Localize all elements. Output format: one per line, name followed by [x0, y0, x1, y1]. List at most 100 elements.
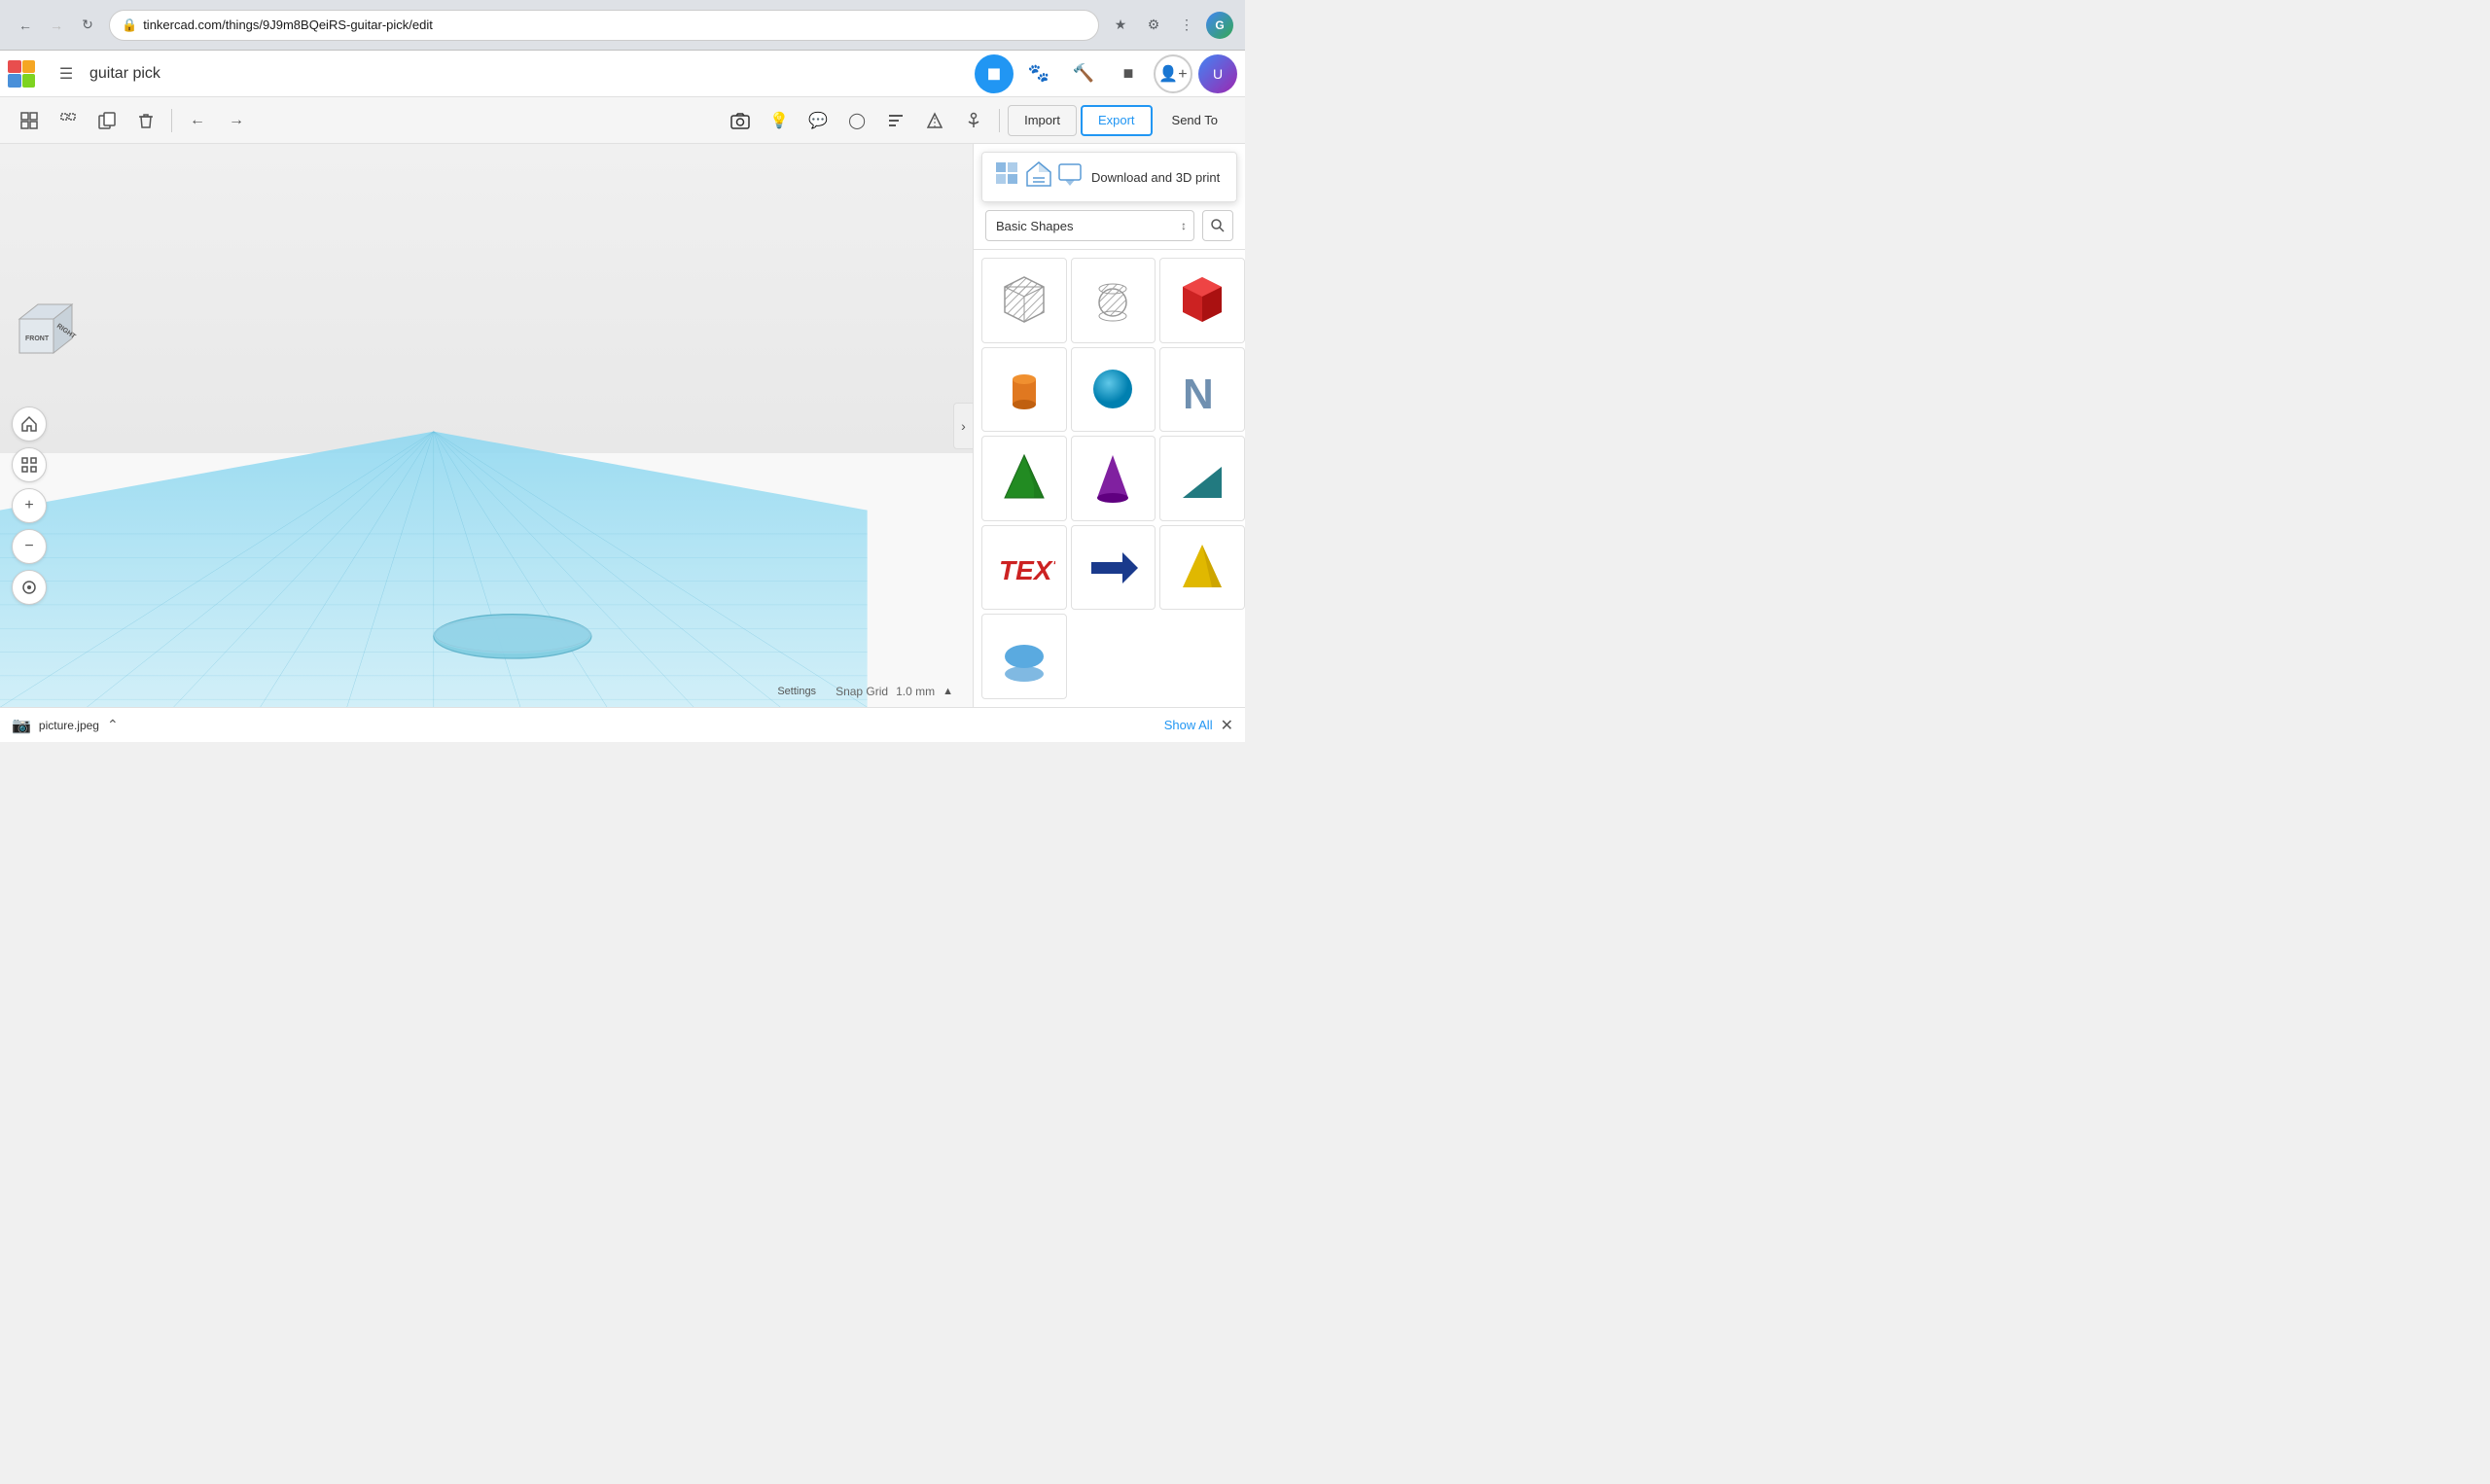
- extensions-button[interactable]: ⚙: [1140, 12, 1167, 39]
- forward-button[interactable]: →: [43, 12, 70, 39]
- logo-grid: [8, 60, 35, 88]
- shape-item-cylinder-hole[interactable]: [1071, 258, 1156, 343]
- bottom-download-bar: 📷 picture.jpeg ⌃ Show All ✕: [0, 707, 1245, 742]
- light-button[interactable]: 💡: [762, 103, 797, 138]
- shape-item-pyramid-yellow[interactable]: [1159, 525, 1245, 611]
- reload-button[interactable]: ↻: [74, 12, 101, 39]
- main-content: FRONT RIGHT + −: [0, 144, 1245, 707]
- back-button[interactable]: ←: [12, 12, 39, 39]
- snap-grid-value: 1.0 mm: [896, 685, 935, 698]
- zoom-out-button[interactable]: −: [12, 529, 47, 564]
- settings-button[interactable]: Settings: [773, 684, 820, 699]
- show-all-button[interactable]: Show All: [1164, 718, 1213, 732]
- shape-item-partial[interactable]: [981, 614, 1067, 699]
- ungroup-button[interactable]: [51, 103, 86, 138]
- export-button[interactable]: Export: [1081, 105, 1153, 136]
- tooltip-icons: [994, 160, 1084, 194]
- paw-button[interactable]: 🐾: [1019, 54, 1058, 93]
- nav-buttons: ← → ↻: [12, 12, 101, 39]
- tooltip-text: Download and 3D print: [1091, 170, 1220, 185]
- user-avatar[interactable]: U: [1198, 54, 1237, 93]
- home-button[interactable]: [12, 406, 47, 442]
- align-button[interactable]: [878, 103, 913, 138]
- menu-button[interactable]: ☰: [51, 58, 82, 89]
- flip-button[interactable]: [917, 103, 952, 138]
- app-wrapper: ☰ guitar pick ◼ 🐾 🔨 ■ 👤+ U ← →: [0, 51, 1245, 742]
- logo-n: [8, 74, 21, 88]
- shape-item-arrow-blue[interactable]: [1071, 525, 1156, 611]
- shape-item-box-hole[interactable]: [981, 258, 1067, 343]
- view-cube[interactable]: FRONT RIGHT: [12, 300, 80, 368]
- message-icon: [1056, 160, 1084, 194]
- sendto-button[interactable]: Send To: [1156, 105, 1233, 136]
- shapes-header: Basic Shapes ↕: [974, 202, 1245, 250]
- camera-button[interactable]: [723, 103, 758, 138]
- undo-button[interactable]: ←: [180, 103, 215, 138]
- snap-grid-increase[interactable]: ▲: [939, 684, 957, 699]
- svg-text:N: N: [1183, 371, 1214, 418]
- shapes-search-button[interactable]: [1202, 210, 1233, 241]
- zoom-in-button[interactable]: +: [12, 488, 47, 523]
- top-bar-actions: ◼ 🐾 🔨 ■ 👤+ U: [975, 54, 1237, 93]
- focus-button[interactable]: [12, 447, 47, 482]
- grid-icon: [994, 160, 1021, 194]
- toolbar-divider-1: [171, 109, 172, 132]
- shape-item-text-n[interactable]: N: [1159, 347, 1245, 433]
- shape-button[interactable]: ◯: [839, 103, 874, 138]
- svg-text:FRONT: FRONT: [25, 336, 50, 342]
- bookmark-button[interactable]: ★: [1107, 12, 1134, 39]
- browser-chrome: ← → ↻ 🔒 tinkercad.com/things/9J9m8BQeiRS…: [0, 0, 1245, 51]
- redo-button[interactable]: →: [219, 103, 254, 138]
- group-button[interactable]: [12, 103, 47, 138]
- shape-item-text-label[interactable]: TEXT: [981, 525, 1067, 611]
- left-controls: + −: [12, 406, 47, 605]
- browser-actions: ★ ⚙ ⋮ G: [1107, 12, 1233, 39]
- address-bar[interactable]: 🔒 tinkercad.com/things/9J9m8BQeiRS-guita…: [109, 10, 1099, 41]
- logo-i: [22, 60, 36, 74]
- close-download-button[interactable]: ✕: [1221, 716, 1233, 735]
- comment-button[interactable]: 💬: [800, 103, 836, 138]
- shape-item-box-red[interactable]: [1159, 258, 1245, 343]
- url-text: tinkercad.com/things/9J9m8BQeiRS-guitar-…: [143, 18, 1086, 32]
- import-button[interactable]: Import: [1008, 105, 1077, 136]
- snap-grid-control: Snap Grid 1.0 mm ▲: [836, 684, 957, 699]
- top-bar: ☰ guitar pick ◼ 🐾 🔨 ■ 👤+ U: [0, 51, 1245, 97]
- lock-icon: 🔒: [122, 18, 137, 33]
- duplicate-button[interactable]: [89, 103, 124, 138]
- collapse-panel-button[interactable]: ›: [953, 403, 973, 449]
- toolbar: ← → 💡 💬 ◯ Import Export Send To: [0, 97, 1245, 144]
- shape-item-cylinder-orange[interactable]: [981, 347, 1067, 433]
- logo-k: [22, 74, 36, 88]
- chevron-up-button[interactable]: ⌃: [107, 717, 119, 733]
- more-button[interactable]: ⋮: [1173, 12, 1200, 39]
- filename-text: picture.jpeg: [39, 719, 99, 732]
- shapes-grid: N: [974, 250, 1245, 707]
- tools-button[interactable]: 🔨: [1064, 54, 1103, 93]
- snap-grid-label: Snap Grid: [836, 685, 888, 698]
- shape-item-cone-purple[interactable]: [1071, 436, 1156, 521]
- print-icon: [1025, 160, 1052, 194]
- shape-item-pyramid-green[interactable]: [981, 436, 1067, 521]
- background-upper: [0, 144, 973, 453]
- tinkercad-logo[interactable]: [8, 60, 35, 88]
- anchor-button[interactable]: [956, 103, 991, 138]
- shapes-category-select[interactable]: Basic Shapes: [985, 210, 1194, 241]
- perspective-button[interactable]: [12, 570, 47, 605]
- blocks-button[interactable]: ■: [1109, 54, 1148, 93]
- download-tooltip: Download and 3D print: [981, 152, 1237, 202]
- grid-view-button[interactable]: ◼: [975, 54, 1014, 93]
- toolbar-divider-2: [999, 109, 1000, 132]
- file-icon: 📷: [12, 716, 31, 735]
- logo-t: [8, 60, 21, 74]
- profile-icon[interactable]: G: [1206, 12, 1233, 39]
- shape-item-wedge-teal[interactable]: [1159, 436, 1245, 521]
- bottom-bar: Settings Snap Grid 1.0 mm ▲: [758, 676, 973, 707]
- delete-button[interactable]: [128, 103, 163, 138]
- shapes-select-wrapper: Basic Shapes ↕: [985, 210, 1194, 241]
- viewport[interactable]: FRONT RIGHT + −: [0, 144, 973, 707]
- shape-item-sphere-blue[interactable]: [1071, 347, 1156, 433]
- project-title: guitar pick: [89, 65, 967, 83]
- svg-text:TEXT: TEXT: [999, 555, 1055, 585]
- right-panel: Download and 3D print Basic Shapes ↕: [973, 144, 1245, 707]
- add-person-button[interactable]: 👤+: [1154, 54, 1192, 93]
